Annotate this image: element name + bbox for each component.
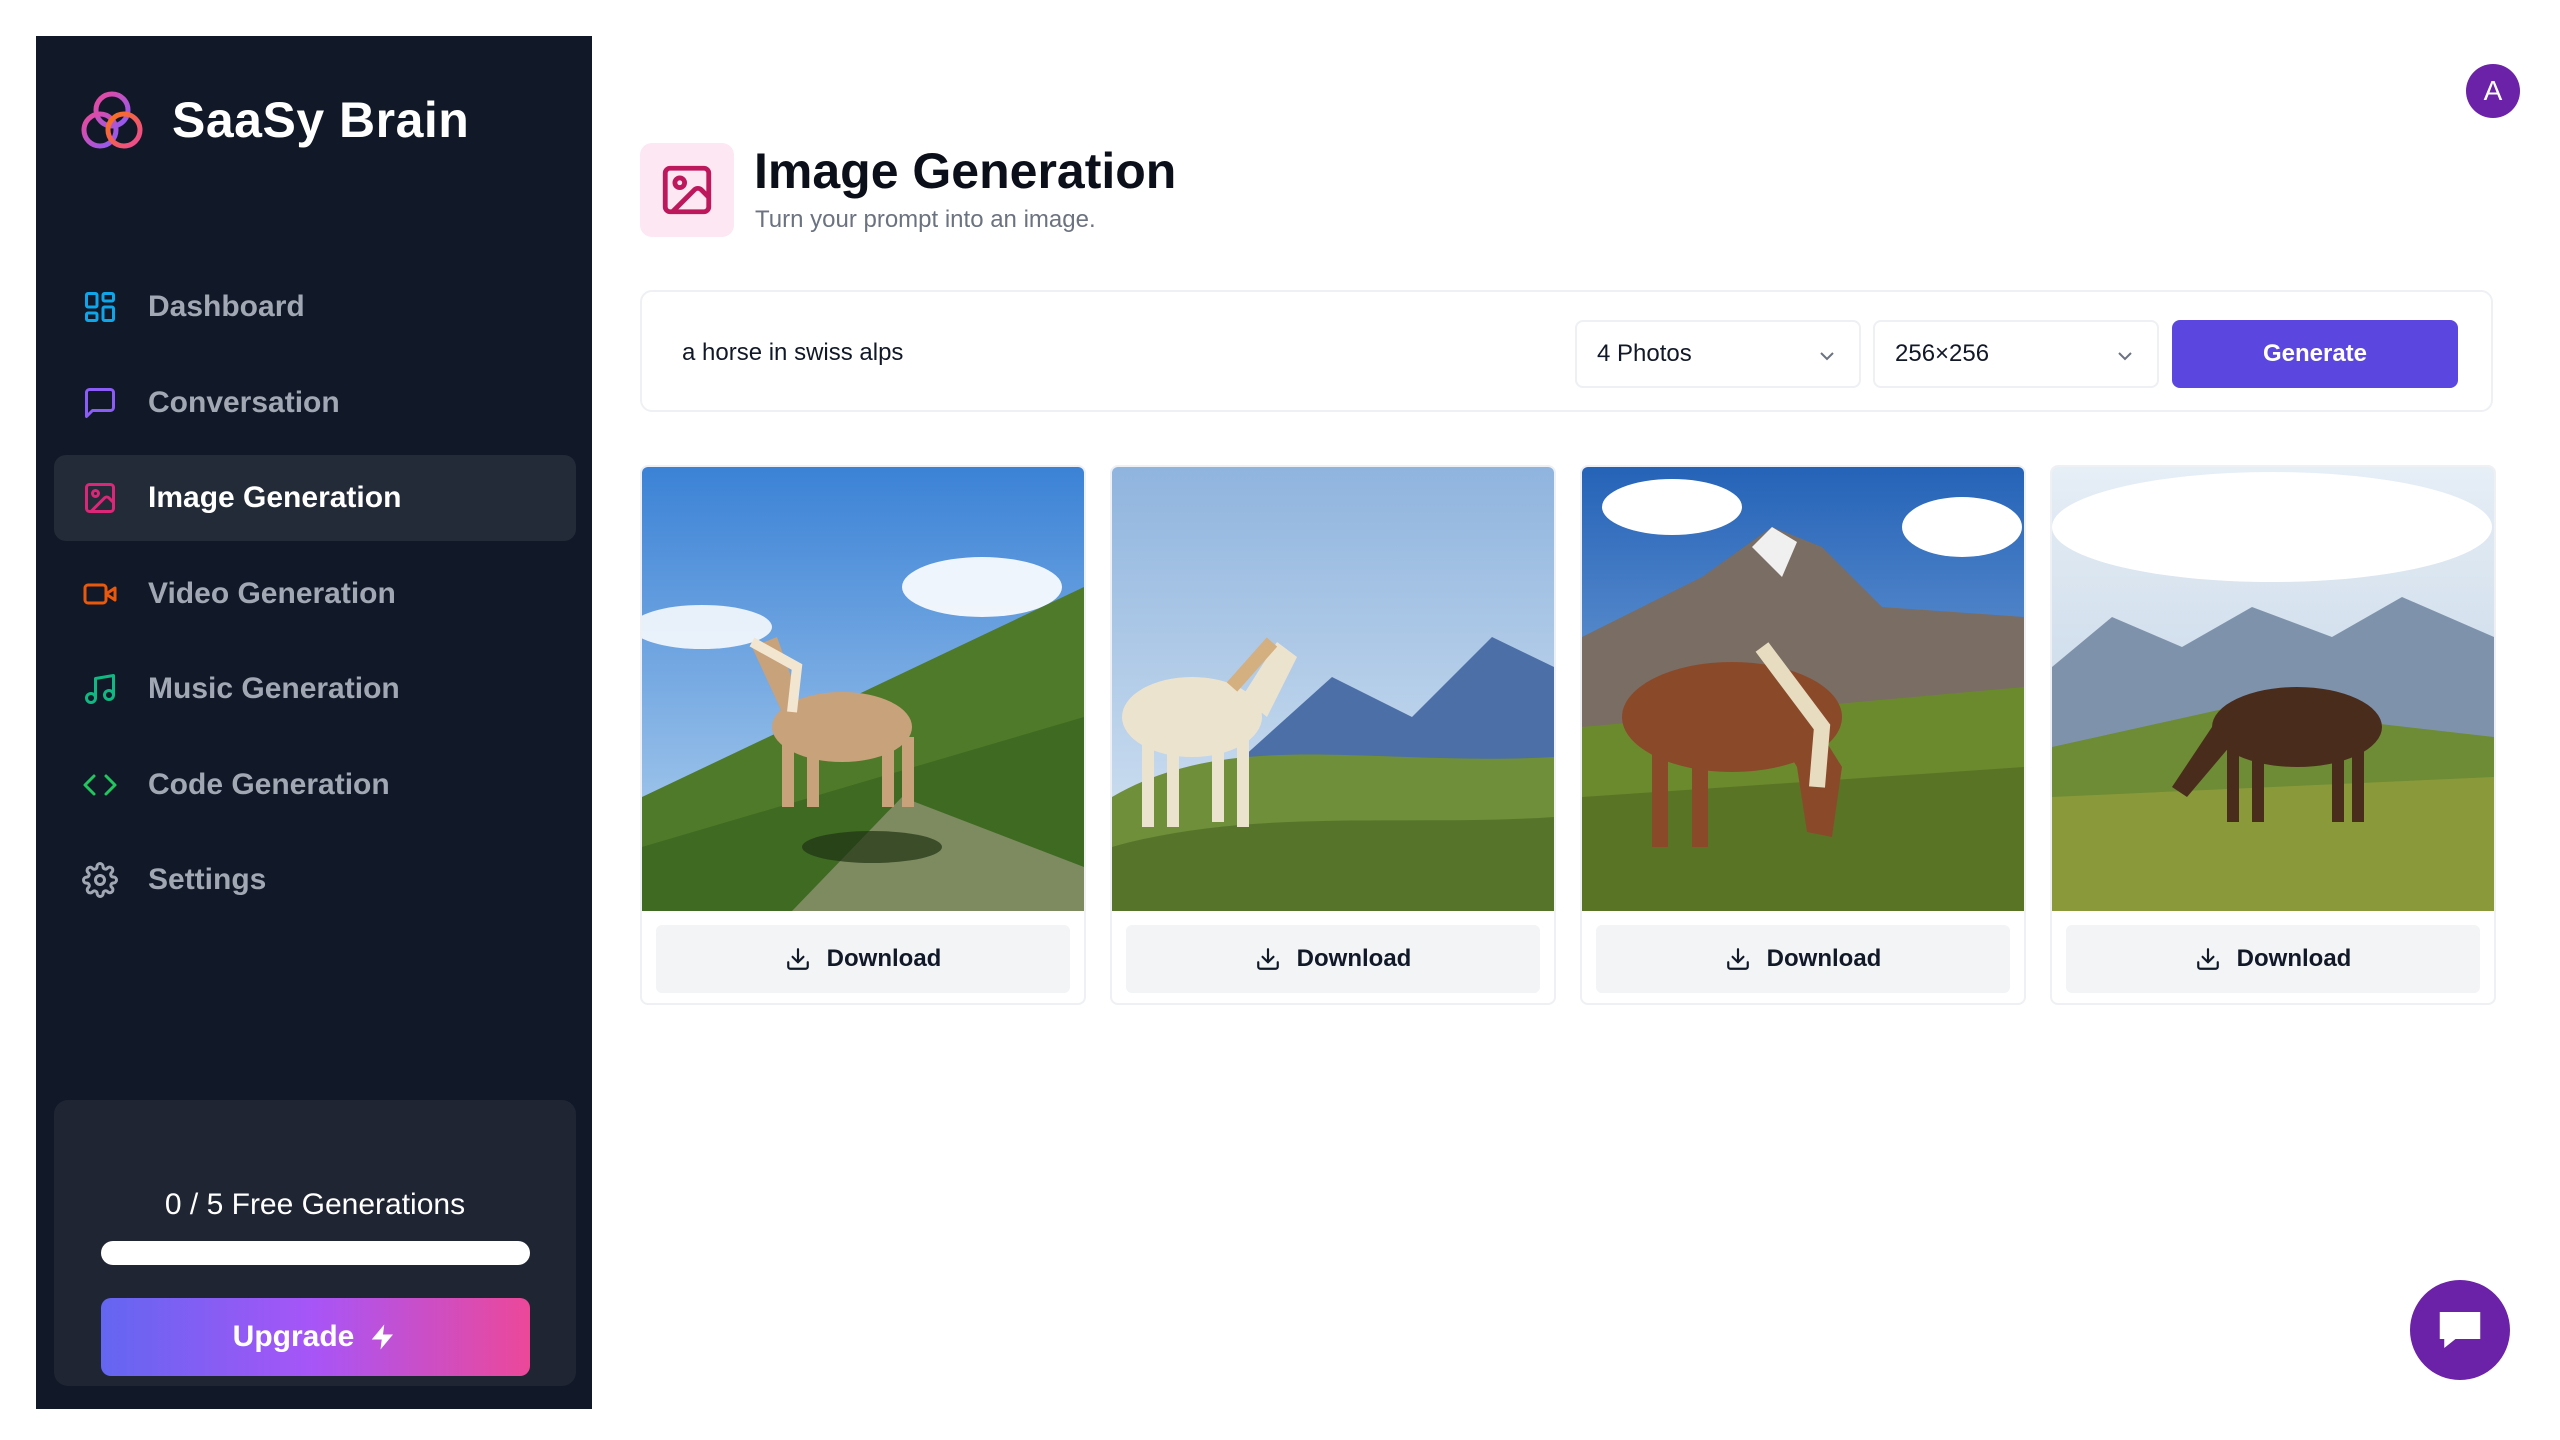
download-icon xyxy=(2196,948,2219,970)
image-card: Download xyxy=(2050,465,2496,1005)
free-generations-counter: 0 / 5 Free Generations xyxy=(164,1188,466,1221)
upgrade-button[interactable]: Upgrade xyxy=(101,1298,530,1376)
avatar-initial: A xyxy=(2483,75,2503,106)
sidebar-item-label: Music Generation xyxy=(148,672,400,705)
sidebar-item-code-generation[interactable]: Code Generation xyxy=(54,742,576,828)
page-title: Image Generation xyxy=(754,143,1177,199)
generated-image-brown-horse-valley[interactable] xyxy=(2052,467,2494,911)
code-icon xyxy=(80,765,120,805)
page-subtitle: Turn your prompt into an image. xyxy=(755,206,1096,233)
sidebar-nav: Dashboard Conversation Image Generation … xyxy=(54,264,576,933)
logo-icon xyxy=(81,91,143,149)
video-icon xyxy=(80,574,120,614)
prompt-input[interactable] xyxy=(682,324,1542,382)
download-button[interactable]: Download xyxy=(656,925,1070,993)
image-results-grid: Download Download Download Download xyxy=(640,465,2496,1005)
app-name: SaaSy Brain xyxy=(172,92,470,148)
download-icon xyxy=(1726,948,1749,970)
sidebar-item-image-generation[interactable]: Image Generation xyxy=(54,455,576,541)
download-icon xyxy=(1256,948,1279,970)
zap-icon xyxy=(372,1324,394,1350)
page-header-icon xyxy=(640,143,734,237)
sidebar-item-label: Dashboard xyxy=(148,290,305,323)
prompt-form: 4 Photos 256×256 Generate xyxy=(640,290,2493,412)
download-button[interactable]: Download xyxy=(1596,925,2010,993)
sidebar-item-dashboard[interactable]: Dashboard xyxy=(54,264,576,350)
generate-button[interactable]: Generate xyxy=(2172,320,2458,388)
sidebar-item-label: Conversation xyxy=(148,385,340,419)
image-card: Download xyxy=(640,465,1086,1005)
chat-widget-button[interactable] xyxy=(2410,1280,2510,1380)
chat-bubble-icon xyxy=(2439,1312,2481,1348)
chevron-down-icon xyxy=(2118,352,2132,361)
download-label: Download xyxy=(826,945,942,972)
download-button[interactable]: Download xyxy=(2066,925,2480,993)
sidebar-item-label: Settings xyxy=(148,863,267,896)
free-generations-card: 0 / 5 Free Generations Upgrade xyxy=(54,1100,576,1386)
avatar[interactable]: A xyxy=(2466,64,2520,118)
message-square-icon xyxy=(80,383,120,423)
amount-select[interactable]: 4 Photos xyxy=(1575,320,1861,388)
sidebar-item-settings[interactable]: Settings xyxy=(54,837,576,923)
amount-select-value: 4 Photos xyxy=(1597,340,1692,367)
download-label: Download xyxy=(2236,945,2352,972)
chevron-down-icon xyxy=(1820,352,1834,361)
sidebar-item-label: Code Generation xyxy=(148,767,390,801)
generated-image-chestnut-horse-grazing[interactable] xyxy=(1582,467,2024,911)
resolution-select-value: 256×256 xyxy=(1895,340,1990,367)
upgrade-label: Upgrade xyxy=(232,1320,355,1353)
download-label: Download xyxy=(1296,945,1412,972)
image-icon xyxy=(80,478,120,518)
download-icon xyxy=(786,948,809,970)
sidebar-item-label: Video Generation xyxy=(148,576,396,610)
image-card: Download xyxy=(1110,465,1556,1005)
image-icon xyxy=(662,165,712,215)
sidebar: SaaSy Brain Dashboard Conversation Image… xyxy=(36,36,592,1409)
download-label: Download xyxy=(1766,945,1882,972)
sidebar-item-label: Image Generation xyxy=(148,481,402,514)
generated-image-white-horse-mountains[interactable] xyxy=(1112,467,1554,911)
layout-dashboard-icon xyxy=(80,287,120,327)
gear-icon xyxy=(80,860,120,900)
logo[interactable]: SaaSy Brain xyxy=(76,84,469,156)
download-button[interactable]: Download xyxy=(1126,925,1540,993)
image-card: Download xyxy=(1580,465,2026,1005)
free-generations-progress xyxy=(101,1241,530,1265)
generate-label: Generate xyxy=(2262,340,2368,367)
sidebar-item-video-generation[interactable]: Video Generation xyxy=(54,551,576,637)
music-icon xyxy=(80,669,120,709)
resolution-select[interactable]: 256×256 xyxy=(1873,320,2159,388)
sidebar-item-music-generation[interactable]: Music Generation xyxy=(54,646,576,732)
generated-image-horse-hillside[interactable] xyxy=(642,467,1084,911)
sidebar-item-conversation[interactable]: Conversation xyxy=(54,360,576,446)
